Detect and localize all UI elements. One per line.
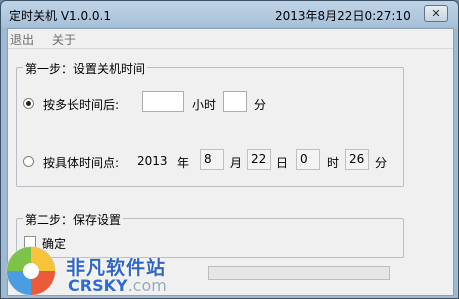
month-input[interactable]: 8 bbox=[200, 149, 224, 170]
window-title: 定时关机 V1.0.0.1 bbox=[9, 9, 112, 23]
year-value: 2013 bbox=[137, 154, 168, 168]
watermark-subtext: CRSKY.com bbox=[68, 276, 167, 295]
progress-bar bbox=[208, 266, 390, 280]
watermark-sub-suffix: .com bbox=[127, 276, 167, 295]
month-unit-label: 月 bbox=[230, 156, 243, 170]
minute-unit-label: 分 bbox=[375, 156, 388, 170]
hour-unit-label: 时 bbox=[327, 156, 340, 170]
step2-legend: 第二步：保存设置 bbox=[23, 211, 124, 228]
menu-bar: 退出 关于 bbox=[8, 29, 453, 48]
menu-separator bbox=[8, 48, 453, 49]
hour-input[interactable]: 0 bbox=[296, 149, 320, 170]
step1-legend: 第一步：设置关机时间 bbox=[23, 60, 148, 77]
title-bar[interactable]: 定时关机 V1.0.0.1 2013年8月22日0:27:10 ✕ bbox=[1, 1, 458, 27]
radio-specific-time[interactable] bbox=[23, 156, 34, 167]
day-unit-label: 日 bbox=[276, 156, 289, 170]
radio-selected-dot bbox=[26, 101, 31, 106]
minutes-input[interactable] bbox=[223, 91, 247, 112]
step1-groupbox: 第一步：设置关机时间 按多长时间后: 小时 分 按具体时间点: 2013 年 8… bbox=[16, 60, 404, 187]
watermark-sub-main: CRSKY bbox=[68, 276, 128, 295]
watermark-logo-icon bbox=[6, 246, 56, 296]
menu-item-about[interactable]: 关于 bbox=[52, 31, 76, 48]
day-input[interactable]: 22 bbox=[247, 149, 271, 170]
hours-unit-label: 小时 bbox=[192, 98, 217, 112]
hours-input[interactable] bbox=[142, 91, 184, 112]
watermark: 非凡软件站 CRSKY.com bbox=[1, 243, 201, 298]
radio-duration-label[interactable]: 按多长时间后: bbox=[43, 96, 119, 113]
close-icon: ✕ bbox=[431, 7, 441, 20]
current-time-display: 2013年8月22日0:27:10 bbox=[275, 9, 411, 23]
year-unit-label: 年 bbox=[177, 156, 190, 170]
menu-item-exit[interactable]: 退出 bbox=[10, 31, 34, 48]
close-button[interactable]: ✕ bbox=[424, 5, 448, 22]
app-window: 定时关机 V1.0.0.1 2013年8月22日0:27:10 ✕ 退出 关于 … bbox=[0, 0, 459, 299]
minutes-unit-label: 分 bbox=[254, 98, 267, 112]
radio-specific-time-label[interactable]: 按具体时间点: bbox=[43, 154, 119, 171]
radio-duration[interactable] bbox=[23, 98, 34, 109]
minute-input[interactable]: 26 bbox=[345, 149, 369, 170]
